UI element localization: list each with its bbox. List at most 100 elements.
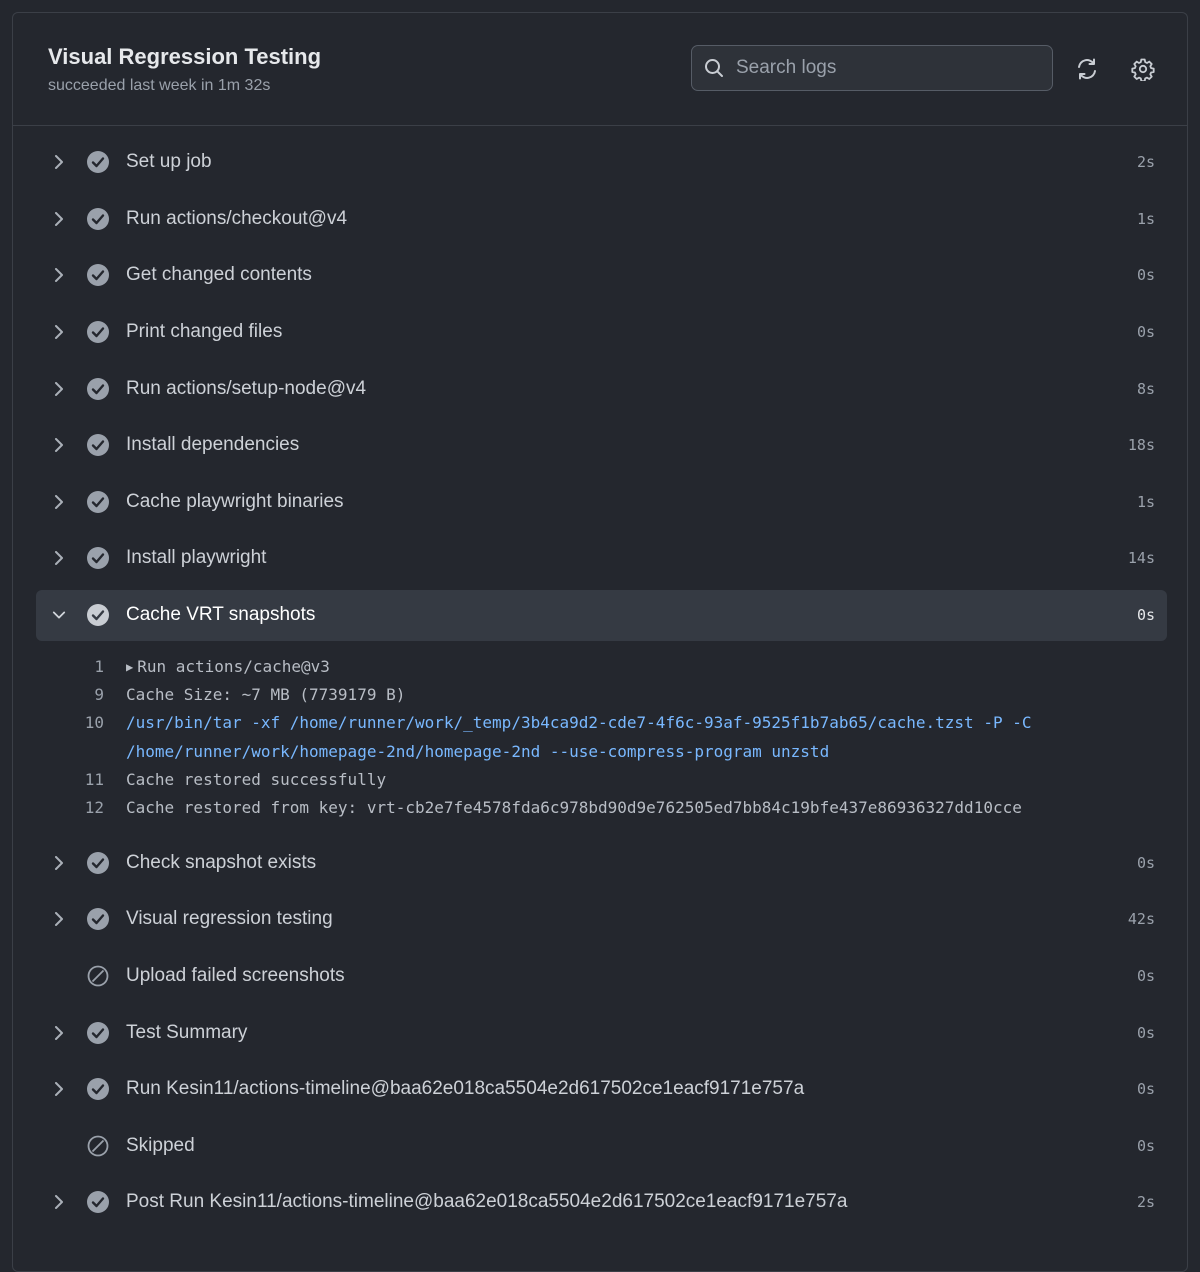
refresh-button[interactable] <box>1072 54 1102 84</box>
step-row[interactable]: Upload failed screenshots 0s <box>36 948 1167 1005</box>
step-row[interactable]: Post Run Kesin11/actions-timeline@baa62e… <box>36 1174 1167 1231</box>
step-row[interactable]: Get changed contents 0s <box>36 247 1167 304</box>
gear-icon <box>1131 58 1155 81</box>
search-input[interactable] <box>734 56 1028 80</box>
step-log-output: 1 ▶ Run actions/cache@v3 9 Cache Size: ~7 MB… <box>36 641 1167 835</box>
chevron-right-icon[interactable] <box>52 438 66 453</box>
step-duration: 2s <box>1136 153 1155 172</box>
chevron-right-icon[interactable] <box>52 1025 66 1040</box>
chevron-down-icon[interactable] <box>52 608 66 622</box>
search-box[interactable] <box>691 45 1053 91</box>
chevron-right-icon[interactable] <box>52 912 66 927</box>
step-duration: 0s <box>1136 606 1155 625</box>
log-line: 12 Cache restored from key: vrt-cb2e7fe45… <box>36 794 1167 822</box>
check-circle-icon <box>87 851 109 874</box>
chevron-right-icon[interactable] <box>52 855 66 870</box>
step-row[interactable]: Run actions/checkout@v4 1s <box>36 191 1167 248</box>
step-duration: 0s <box>1136 323 1155 342</box>
log-line: 9 Cache Size: ~7 MB (7739179 B) <box>36 681 1167 709</box>
triangle-right-icon[interactable]: ▶ <box>126 653 133 681</box>
step-label: Set up job <box>126 151 212 173</box>
step-duration: 0s <box>1136 853 1155 872</box>
log-line-number: 1 <box>94 656 104 676</box>
step-label: Print changed files <box>126 321 283 343</box>
log-line-text: Cache restored successfully <box>126 769 387 789</box>
step-duration: 0s <box>1136 266 1155 285</box>
step-row[interactable]: Check snapshot exists 0s <box>36 835 1167 892</box>
step-label: Run actions/setup-node@v4 <box>126 377 367 399</box>
step-label: Cache playwright binaries <box>126 490 344 512</box>
step-row[interactable]: Visual regression testing 42s <box>36 891 1167 948</box>
chevron-right-icon[interactable] <box>52 1195 66 1210</box>
check-circle-icon <box>87 1021 109 1044</box>
settings-button[interactable] <box>1128 54 1158 84</box>
log-line: 10/usr/bin/tar -xf /home/runner/work/_te… <box>36 709 1167 737</box>
step-duration: 0s <box>1136 1080 1155 1099</box>
step-duration: 0s <box>1136 1136 1155 1155</box>
log-line[interactable]: 1 ▶ Run actions/cache@v3 <box>36 653 1167 681</box>
steps-list: Set up job 2s Run actions/checkout@v4 1s Get… <box>36 134 1167 1231</box>
step-row[interactable]: Install dependencies 18s <box>36 417 1167 474</box>
log-line-number: 11 <box>84 769 104 789</box>
log-line-text: /home/runner/work/homepage-2nd/homepage-… <box>126 741 830 761</box>
step-duration: 1s <box>1136 492 1155 511</box>
chevron-right-icon[interactable] <box>52 325 66 340</box>
search-icon <box>705 59 723 77</box>
step-label: Get changed contents <box>126 264 312 286</box>
check-circle-icon <box>87 207 109 230</box>
check-circle-icon <box>87 490 109 513</box>
job-log-panel: Visual Regression Testing succeeded last… <box>12 12 1188 1272</box>
sync-icon <box>1078 58 1096 80</box>
chevron-right-icon[interactable] <box>52 494 66 509</box>
step-row[interactable]: Print changed files 0s <box>36 304 1167 361</box>
step-label: Check snapshot exists <box>126 851 317 873</box>
step-row[interactable]: Set up job 2s <box>36 134 1167 191</box>
step-label: Test Summary <box>126 1021 248 1043</box>
step-duration: 2s <box>1136 1193 1155 1212</box>
log-line-number: 10 <box>84 713 104 733</box>
step-label: Install dependencies <box>126 434 300 456</box>
step-row[interactable]: Skipped 0s <box>36 1118 1167 1175</box>
check-circle-icon <box>87 151 109 174</box>
step-duration: 42s <box>1127 910 1155 929</box>
job-header: Visual Regression Testing succeeded last… <box>13 13 1187 126</box>
chevron-right-icon[interactable] <box>52 551 66 566</box>
step-label: Post Run Kesin11/actions-timeline@baa62e… <box>126 1191 848 1213</box>
step-row[interactable]: Cache playwright binaries 1s <box>36 474 1167 531</box>
check-circle-icon <box>87 321 109 344</box>
step-row[interactable]: Test Summary 0s <box>36 1004 1167 1061</box>
step-label: Upload failed screenshots <box>126 965 345 987</box>
step-duration: 8s <box>1136 379 1155 398</box>
step-duration: 0s <box>1136 967 1155 986</box>
chevron-right-icon[interactable] <box>52 381 66 396</box>
step-label: Run Kesin11/actions-timeline@baa62e018ca… <box>126 1078 805 1100</box>
step-label: Run actions/checkout@v4 <box>126 207 348 229</box>
log-line-number: 12 <box>84 798 104 818</box>
log-line-text: Run actions/cache@v3 <box>137 656 330 676</box>
log-line: /home/runner/work/homepage-2nd/homepage-… <box>36 738 1167 766</box>
check-circle-icon <box>87 604 109 627</box>
step-label: Skipped <box>126 1134 195 1156</box>
page-title: Visual Regression Testing <box>48 44 322 69</box>
log-line-text: Cache Size: ~7 MB (7739179 B) <box>126 685 406 705</box>
log-line-text: Cache restored from key: vrt-cb2e7fe4578… <box>126 798 1022 818</box>
check-circle-icon <box>87 547 109 570</box>
step-label: Install playwright <box>126 547 267 569</box>
step-row[interactable]: Install playwright 14s <box>36 530 1167 587</box>
step-row[interactable]: Run actions/setup-node@v4 8s <box>36 360 1167 417</box>
check-circle-icon <box>87 908 109 931</box>
chevron-right-icon[interactable] <box>52 1082 66 1097</box>
chevron-right-icon[interactable] <box>52 155 66 170</box>
step-row[interactable]: Cache VRT snapshots 0s <box>36 589 1167 641</box>
step-label: Cache VRT snapshots <box>126 604 316 626</box>
check-circle-icon <box>87 264 109 287</box>
chevron-right-icon[interactable] <box>52 268 66 283</box>
skipped-icon <box>87 965 109 987</box>
check-circle-icon <box>87 377 109 400</box>
job-status-summary: succeeded last week in 1m 32s <box>48 77 271 94</box>
chevron-right-icon[interactable] <box>52 211 66 226</box>
skipped-icon <box>87 1135 109 1157</box>
step-duration: 18s <box>1127 436 1155 455</box>
step-row[interactable]: Run Kesin11/actions-timeline@baa62e018ca… <box>36 1061 1167 1118</box>
check-circle-icon <box>87 434 109 457</box>
